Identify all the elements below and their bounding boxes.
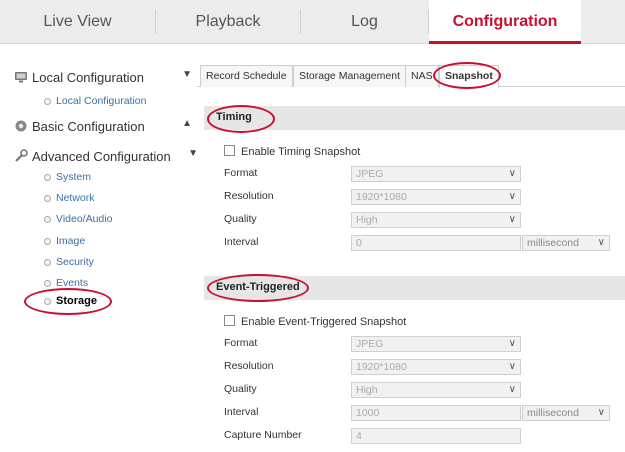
sidebar-item-video-audio[interactable]: Video/Audio	[44, 213, 113, 225]
bullet-icon	[44, 259, 51, 266]
sidebar-item-image[interactable]: Image	[44, 235, 86, 247]
bullet-icon	[44, 216, 51, 223]
checkbox[interactable]	[224, 145, 235, 156]
select-value: 1920*1080	[356, 361, 407, 373]
input-value: 1000	[356, 407, 380, 419]
bullet-icon	[44, 195, 51, 202]
timing-quality-select[interactable]: High ∨	[351, 212, 521, 228]
sidebar-group-advanced[interactable]: Advanced Configuration ▼	[14, 148, 198, 165]
tab-live-view[interactable]: Live View	[0, 0, 155, 44]
timing-interval-unit-select[interactable]: millisecond ∨	[522, 235, 610, 251]
chevron-down-icon: ∨	[508, 168, 516, 179]
sidebar-item-local-configuration[interactable]: Local Configuration	[44, 95, 147, 107]
bullet-icon	[44, 280, 51, 287]
timing-interval-input[interactable]: 0	[351, 235, 521, 251]
chevron-down-icon: ∨	[597, 237, 605, 248]
timing-quality-row: Quality High ∨	[224, 212, 624, 228]
event-interval-input[interactable]: 1000	[351, 405, 521, 421]
event-interval-unit-select[interactable]: millisecond ∨	[522, 405, 610, 421]
enable-event-snapshot[interactable]: Enable Event-Triggered Snapshot	[224, 315, 406, 328]
content-tabs: Record Schedule Storage Management NAS S…	[197, 65, 625, 88]
input-value: 4	[356, 430, 362, 442]
select-value: 1920*1080	[356, 191, 407, 203]
timing-format-select[interactable]: JPEG ∨	[351, 166, 521, 182]
tab-log[interactable]: Log	[301, 0, 428, 44]
capture-number-input[interactable]: 4	[351, 428, 521, 444]
checkbox-label: Enable Event-Triggered Snapshot	[241, 316, 407, 328]
sidebar-item-system[interactable]: System	[44, 171, 92, 183]
sidebar-item-label: Video/Audio	[56, 213, 113, 225]
field-label: Interval	[224, 406, 259, 418]
chevron-down-icon: ∨	[597, 407, 605, 418]
highlight-annotation	[24, 288, 112, 315]
field-label: Resolution	[224, 190, 274, 202]
sidebar: Local Configuration ▼ Local Configuratio…	[14, 58, 198, 452]
gear-icon	[14, 119, 28, 133]
sidebar-item-label: Security	[56, 256, 94, 268]
highlight-annotation	[207, 274, 309, 302]
sidebar-group-label: Advanced Configuration	[32, 149, 171, 164]
checkbox-label: Enable Timing Snapshot	[241, 146, 361, 158]
wrench-icon	[14, 149, 28, 163]
select-value: millisecond	[527, 237, 579, 249]
enable-timing-snapshot[interactable]: Enable Timing Snapshot	[224, 145, 360, 158]
sidebar-item-label: Network	[56, 192, 95, 204]
field-label: Interval	[224, 236, 259, 248]
event-quality-row: Quality High ∨	[224, 382, 624, 398]
sidebar-group-label: Basic Configuration	[32, 119, 145, 134]
monitor-icon	[14, 70, 28, 84]
field-label: Quality	[224, 213, 257, 225]
timing-resolution-select[interactable]: 1920*1080 ∨	[351, 189, 521, 205]
chevron-up-icon[interactable]: ▲	[182, 118, 192, 129]
bullet-icon	[44, 98, 51, 105]
event-interval-row: Interval 1000 millisecond ∨	[224, 405, 624, 421]
tab-storage-management[interactable]: Storage Management	[293, 65, 406, 87]
field-label: Capture Number	[224, 429, 302, 441]
select-value: High	[356, 384, 378, 396]
chevron-down-icon: ∨	[508, 214, 516, 225]
chevron-down-icon[interactable]: ▼	[182, 69, 192, 80]
sidebar-item-label: Image	[56, 235, 86, 247]
select-value: JPEG	[356, 168, 384, 180]
sidebar-group-local[interactable]: Local Configuration ▼	[14, 69, 196, 86]
timing-interval-row: Interval 0 millisecond ∨	[224, 235, 624, 251]
timing-resolution-row: Resolution 1920*1080 ∨	[224, 189, 624, 205]
event-resolution-select[interactable]: 1920*1080 ∨	[351, 359, 521, 375]
select-value: High	[356, 214, 378, 226]
sidebar-item-label: Local Configuration	[56, 95, 147, 107]
tab-playback[interactable]: Playback	[156, 0, 300, 44]
main-content: Record Schedule Storage Management NAS S…	[197, 58, 625, 452]
select-value: millisecond	[527, 407, 579, 419]
event-format-select[interactable]: JPEG ∨	[351, 336, 521, 352]
chevron-down-icon: ∨	[508, 338, 516, 349]
field-label: Quality	[224, 383, 257, 395]
highlight-annotation	[207, 105, 275, 133]
sidebar-item-security[interactable]: Security	[44, 256, 94, 268]
event-resolution-row: Resolution 1920*1080 ∨	[224, 359, 624, 375]
highlight-annotation	[433, 62, 501, 89]
sidebar-item-network[interactable]: Network	[44, 192, 95, 204]
chevron-down-icon: ∨	[508, 361, 516, 372]
event-capture-number-row: Capture Number 4	[224, 428, 624, 444]
tab-configuration[interactable]: Configuration	[429, 0, 581, 44]
field-label: Format	[224, 167, 258, 179]
input-value: 0	[356, 237, 362, 249]
timing-format-row: Format JPEG ∨	[224, 166, 624, 182]
event-quality-select[interactable]: High ∨	[351, 382, 521, 398]
bullet-icon	[44, 174, 51, 181]
sidebar-item-label: System	[56, 171, 92, 183]
checkbox[interactable]	[224, 315, 235, 326]
chevron-down-icon: ∨	[508, 191, 516, 202]
sidebar-group-basic[interactable]: Basic Configuration ▲	[14, 118, 196, 135]
select-value: JPEG	[356, 338, 384, 350]
event-format-row: Format JPEG ∨	[224, 336, 624, 352]
chevron-down-icon: ∨	[508, 384, 516, 395]
field-label: Format	[224, 337, 258, 349]
bullet-icon	[44, 238, 51, 245]
sidebar-group-label: Local Configuration	[32, 70, 145, 85]
tab-record-schedule[interactable]: Record Schedule	[200, 65, 293, 87]
field-label: Resolution	[224, 360, 274, 372]
top-navigation: Live View Playback Log Configuration	[0, 0, 625, 44]
